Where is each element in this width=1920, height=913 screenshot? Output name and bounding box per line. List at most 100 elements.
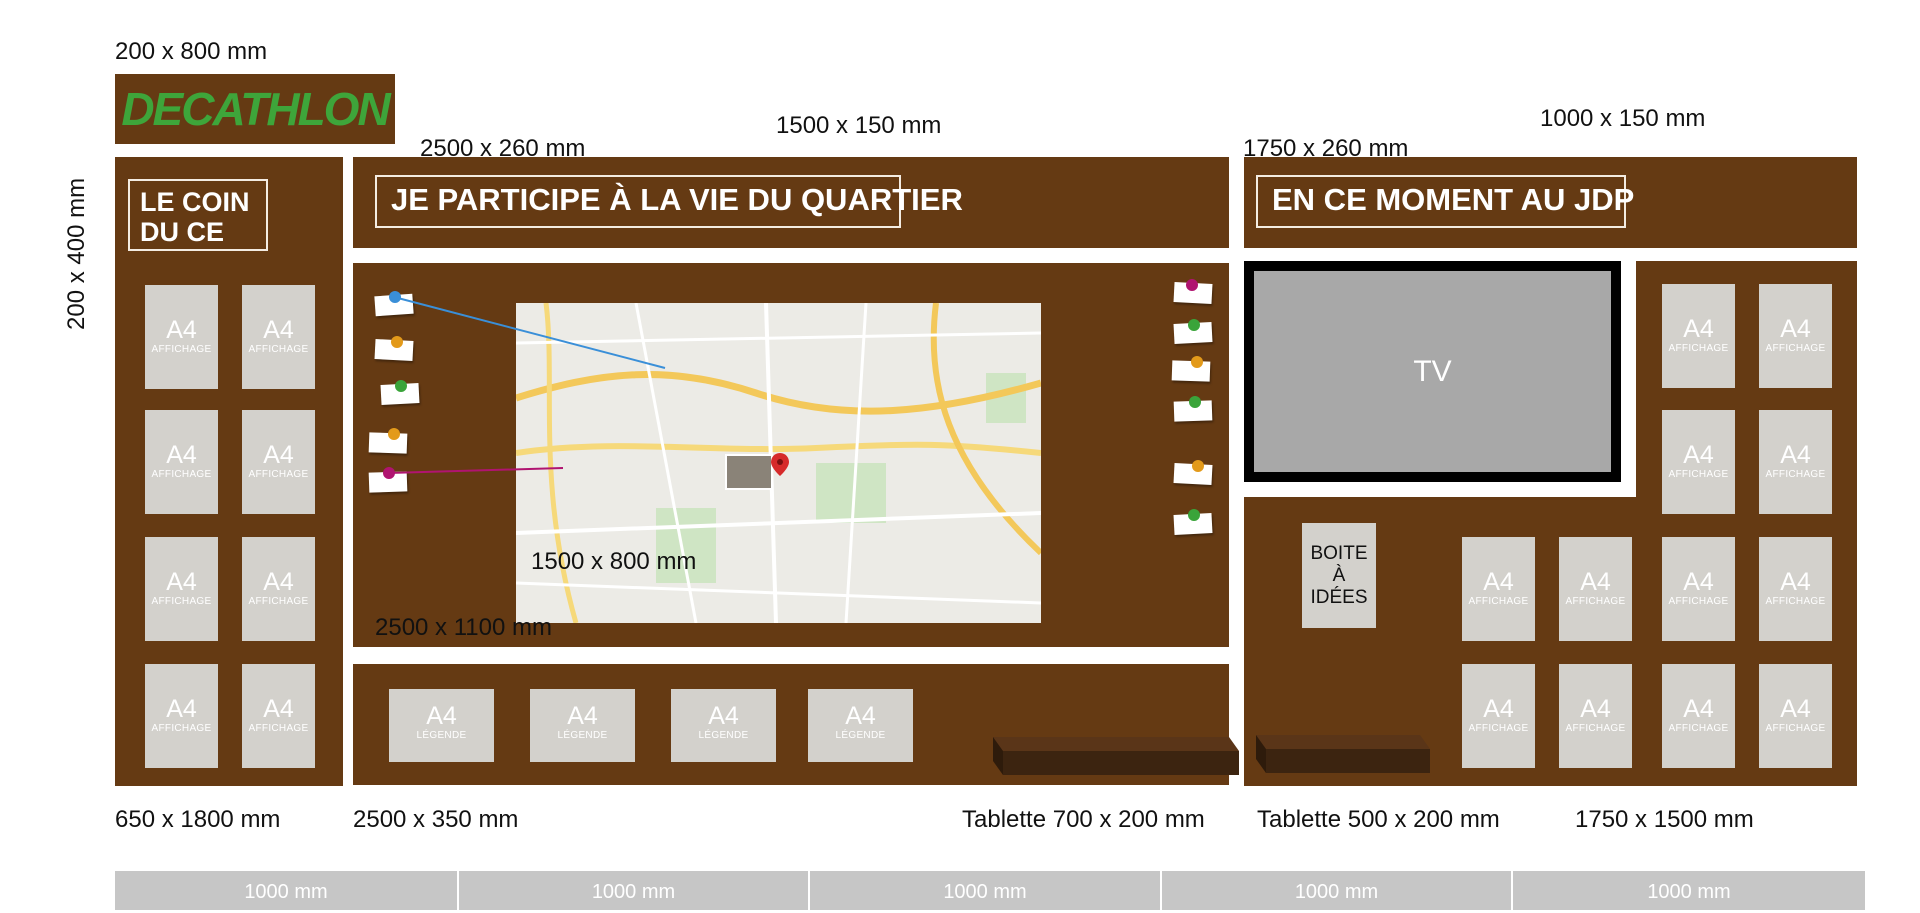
a4-affichage-label: AFFICHAGE <box>1468 596 1529 607</box>
ruler-segment: 1000 mm <box>1513 871 1865 910</box>
magenta-pin-icon <box>1186 279 1198 291</box>
jdp-banner-dimension: 1000 x 150 mm <box>1540 105 1706 132</box>
a4-affichage-card: A4 AFFICHAGE <box>145 285 218 389</box>
coin-ce-title-line-2: DU CE <box>140 217 225 247</box>
shelf-right <box>1256 735 1430 773</box>
a4-legende-card: A4 LÉGENDE <box>808 689 913 762</box>
jdp-title: EN CE MOMENT AU JDP <box>1256 175 1634 228</box>
a4-affichage-label: AFFICHAGE <box>151 596 212 607</box>
ruler-segment: 1000 mm <box>459 871 808 910</box>
coin-ce-title-line-1: LE COIN <box>140 187 250 217</box>
a4-label: A4 <box>1780 441 1811 469</box>
shelf-left <box>993 737 1239 775</box>
a4-affichage-card: A4 AFFICHAGE <box>1759 284 1832 388</box>
a4-affichage-card: A4 AFFICHAGE <box>1759 537 1832 641</box>
a4-affichage-label: AFFICHAGE <box>1565 596 1626 607</box>
corkboard-panel: 1500 x 800 mm 2500 x 1100 mm <box>353 263 1229 647</box>
a4-affichage-label: AFFICHAGE <box>151 723 212 734</box>
logo-text: DECATHLON <box>121 83 390 135</box>
magenta-pin-icon <box>383 467 395 479</box>
a4-affichage-card: A4 AFFICHAGE <box>1662 284 1735 388</box>
a4-affichage-label: AFFICHAGE <box>1765 596 1826 607</box>
a4-affichage-label: AFFICHAGE <box>1668 596 1729 607</box>
a4-affichage-label: AFFICHAGE <box>1765 723 1826 734</box>
a4-affichage-label: AFFICHAGE <box>151 469 212 480</box>
quartier-header-panel: JE PARTICIPE À LA VIE DU QUARTIER <box>353 157 1229 248</box>
green-pin-icon <box>1188 319 1200 331</box>
shelf-right-dimension: Tablette 500 x 200 mm <box>1257 806 1500 833</box>
a4-label: A4 <box>166 441 197 469</box>
a4-label: A4 <box>1683 315 1714 343</box>
a4-affichage-card: A4 AFFICHAGE <box>1462 664 1535 768</box>
jdp-panel-dimension: 1750 x 1500 mm <box>1575 806 1754 833</box>
legend-strip-dimension: 2500 x 350 mm <box>353 806 519 833</box>
a4-label: A4 <box>1780 568 1811 596</box>
jdp-header-panel: EN CE MOMENT AU JDP <box>1244 157 1857 248</box>
green-pin-icon <box>1188 509 1200 521</box>
a4-affichage-label: AFFICHAGE <box>1668 723 1729 734</box>
a4-legende-card: A4 LÉGENDE <box>671 689 776 762</box>
idea-box-line-3: IDÉES <box>1310 587 1368 608</box>
a4-affichage-card: A4 AFFICHAGE <box>1662 410 1735 514</box>
a4-label: A4 <box>1683 568 1714 596</box>
a4-label: A4 <box>1483 568 1514 596</box>
a4-affichage-card: A4 AFFICHAGE <box>1559 664 1632 768</box>
a4-label: A4 <box>845 702 876 730</box>
a4-label: A4 <box>166 568 197 596</box>
coin-ce-header-dimension: 200 x 400 mm <box>63 177 90 330</box>
a4-legende-label: LÉGENDE <box>557 730 608 741</box>
a4-label: A4 <box>166 695 197 723</box>
green-pin-icon <box>1189 396 1201 408</box>
a4-affichage-card: A4 AFFICHAGE <box>1662 664 1735 768</box>
a4-affichage-label: AFFICHAGE <box>1468 723 1529 734</box>
a4-legende-card: A4 LÉGENDE <box>530 689 635 762</box>
ruler-segment: 1000 mm <box>810 871 1160 910</box>
a4-affichage-label: AFFICHAGE <box>248 344 309 355</box>
a4-legende-label: LÉGENDE <box>416 730 467 741</box>
a4-affichage-label: AFFICHAGE <box>248 596 309 607</box>
a4-label: A4 <box>1580 568 1611 596</box>
green-pin-icon <box>395 380 407 392</box>
a4-label: A4 <box>708 702 739 730</box>
a4-label: A4 <box>1683 695 1714 723</box>
a4-label: A4 <box>263 695 294 723</box>
orange-pin-icon <box>1191 356 1203 368</box>
blue-pin-icon <box>389 291 401 303</box>
a4-label: A4 <box>1580 695 1611 723</box>
a4-affichage-card: A4 AFFICHAGE <box>242 285 315 389</box>
a4-label: A4 <box>1683 441 1714 469</box>
coin-ce-title: LE COIN DU CE <box>128 179 268 251</box>
a4-affichage-card: A4 AFFICHAGE <box>145 664 218 768</box>
a4-affichage-label: AFFICHAGE <box>1565 723 1626 734</box>
orange-pin-icon <box>391 336 403 348</box>
a4-affichage-card: A4 AFFICHAGE <box>1759 664 1832 768</box>
a4-label: A4 <box>263 441 294 469</box>
a4-legende-label: LÉGENDE <box>835 730 886 741</box>
a4-affichage-label: AFFICHAGE <box>248 723 309 734</box>
neighborhood-map: 1500 x 800 mm <box>516 303 1041 623</box>
coin-ce-panel: LE COIN DU CE A4 AFFICHAGE A4 AFFICHAGE A4… <box>115 157 343 786</box>
a4-label: A4 <box>166 316 197 344</box>
idea-box: BOITE À IDÉES <box>1302 523 1376 628</box>
corkboard-dimension: 2500 x 1100 mm <box>375 614 552 641</box>
a4-label: A4 <box>567 702 598 730</box>
ruler-segment: 1000 mm <box>1162 871 1511 910</box>
a4-affichage-card: A4 AFFICHAGE <box>242 537 315 641</box>
tv-screen: TV <box>1254 271 1611 472</box>
a4-affichage-card: A4 AFFICHAGE <box>1559 537 1632 641</box>
a4-affichage-card: A4 AFFICHAGE <box>1662 537 1735 641</box>
orange-pin-icon <box>388 428 400 440</box>
a4-affichage-label: AFFICHAGE <box>1668 469 1729 480</box>
a4-affichage-label: AFFICHAGE <box>1668 343 1729 354</box>
a4-affichage-card: A4 AFFICHAGE <box>145 537 218 641</box>
a4-label: A4 <box>1780 315 1811 343</box>
a4-label: A4 <box>426 702 457 730</box>
a4-affichage-card: A4 AFFICHAGE <box>242 410 315 514</box>
decathlon-logo: DECATHLON <box>115 74 395 144</box>
tv-frame: TV <box>1244 261 1621 482</box>
a4-affichage-card: A4 AFFICHAGE <box>145 410 218 514</box>
idea-box-line-2: À <box>1332 565 1346 586</box>
a4-affichage-label: AFFICHAGE <box>151 344 212 355</box>
logo-dimension: 200 x 800 mm <box>115 38 268 65</box>
a4-affichage-label: AFFICHAGE <box>248 469 309 480</box>
